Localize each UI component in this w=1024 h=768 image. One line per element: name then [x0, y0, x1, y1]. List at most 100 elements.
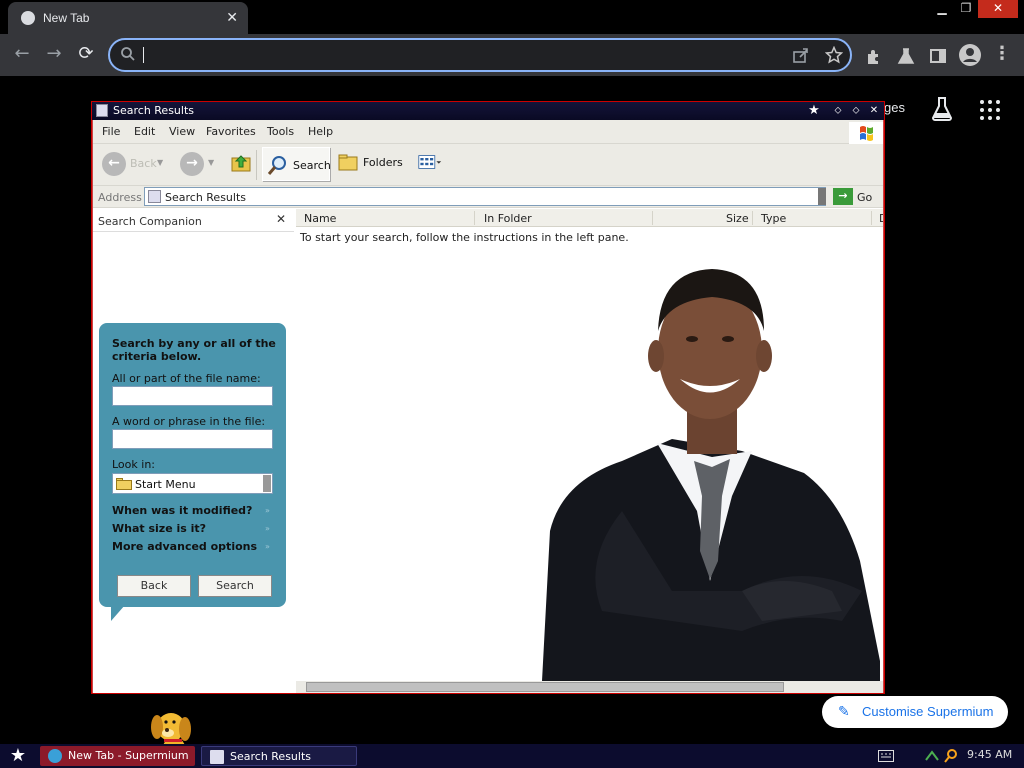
- phrase-input[interactable]: [112, 429, 273, 449]
- column-name[interactable]: Name: [304, 212, 336, 225]
- window-title-bar[interactable]: Search Results ★ ⬦ ⬦ ✕: [92, 102, 884, 120]
- companion-title: Search Companion: [98, 215, 202, 228]
- search-tray-icon[interactable]: [943, 748, 959, 764]
- search-balloon: Search by any or all of the criteria bel…: [99, 323, 286, 621]
- chevron-down-icon[interactable]: »: [265, 542, 270, 551]
- google-apps-icon[interactable]: [980, 100, 1000, 120]
- maximize-button[interactable]: ⬦: [848, 103, 864, 118]
- look-in-select[interactable]: Start Menu: [112, 473, 273, 494]
- back-button[interactable]: ←: [10, 43, 34, 67]
- bookmark-star-icon[interactable]: [825, 46, 843, 64]
- close-button[interactable]: ✕: [866, 103, 882, 118]
- menu-tools[interactable]: Tools: [267, 125, 294, 138]
- column-date[interactable]: D: [879, 212, 883, 225]
- column-divider[interactable]: [752, 211, 753, 225]
- forward-dropdown-icon[interactable]: ▼: [208, 158, 214, 167]
- file-name-label: All or part of the file name:: [112, 372, 261, 385]
- horizontal-scrollbar[interactable]: [296, 681, 883, 693]
- look-in-value: Start Menu: [135, 478, 196, 491]
- profile-icon[interactable]: [959, 44, 981, 66]
- minimize-button[interactable]: ⬦: [830, 103, 846, 118]
- column-divider[interactable]: [652, 211, 653, 225]
- chevron-down-icon[interactable]: »: [265, 524, 270, 533]
- clock: 9:45 AM: [967, 748, 1013, 761]
- chevron-down-icon[interactable]: »: [265, 506, 270, 515]
- companion-header: Search Companion ✕: [93, 209, 294, 232]
- column-in-folder[interactable]: In Folder: [484, 212, 532, 225]
- companion-search-button[interactable]: Search: [198, 575, 272, 597]
- taskbar-item-browser[interactable]: New Tab - Supermium: [40, 746, 195, 766]
- folders-icon[interactable]: [337, 152, 359, 172]
- customise-supermium-button[interactable]: ✎ Customise Supermium: [822, 696, 1008, 728]
- menu-favorites[interactable]: Favorites: [206, 125, 256, 138]
- phrase-label: A word or phrase in the file:: [112, 415, 266, 428]
- back-arrow-icon[interactable]: ←: [102, 152, 126, 176]
- companion-close-button[interactable]: ✕: [276, 212, 286, 226]
- menu-help[interactable]: Help: [308, 125, 333, 138]
- keyboard-icon[interactable]: [878, 750, 894, 762]
- window-body: File Edit View Favorites Tools Help ← Ba…: [93, 120, 883, 768]
- menu-icon[interactable]: ⋮: [990, 43, 1014, 67]
- file-name-input[interactable]: [112, 386, 273, 406]
- tab-close-button[interactable]: ✕: [226, 9, 238, 26]
- search-button[interactable]: Search: [262, 147, 331, 181]
- tab-strip: New Tab ✕ ▁ ❐ ✕: [0, 0, 1024, 34]
- window-maximize-button[interactable]: ❐: [952, 0, 980, 18]
- option-modified[interactable]: When was it modified?: [112, 504, 252, 517]
- address-dropdown-button[interactable]: [818, 188, 826, 205]
- labs-flask-icon[interactable]: [930, 96, 954, 122]
- taskbar: ★ New Tab - Supermium Search Results 9:4…: [0, 744, 1024, 768]
- share-icon[interactable]: [792, 46, 810, 64]
- window-icon: [96, 104, 108, 117]
- extensions-icon[interactable]: [865, 47, 883, 65]
- forward-arrow-icon[interactable]: →: [180, 152, 204, 176]
- go-arrow-icon[interactable]: →: [833, 188, 853, 205]
- column-divider[interactable]: [474, 211, 475, 225]
- scrollbar-thumb[interactable]: [306, 682, 784, 692]
- window-close-button[interactable]: ✕: [978, 0, 1018, 18]
- taskbar-item-search-results[interactable]: Search Results: [201, 746, 357, 766]
- option-size[interactable]: What size is it?: [112, 522, 206, 535]
- start-button[interactable]: ★: [7, 746, 29, 766]
- window-title: Search Results: [113, 104, 195, 117]
- search-button-label: Search: [293, 159, 331, 172]
- forward-button[interactable]: →: [42, 43, 66, 67]
- images-link[interactable]: ges: [884, 100, 905, 115]
- pencil-icon: ✎: [838, 703, 850, 719]
- magnifier-icon: [267, 156, 286, 175]
- up-folder-icon[interactable]: [230, 152, 252, 174]
- side-panel-icon[interactable]: [929, 47, 947, 65]
- man-in-suit-image: [542, 269, 880, 681]
- omnibox[interactable]: [108, 38, 852, 72]
- back-dropdown-icon[interactable]: ▼: [157, 158, 163, 167]
- address-field[interactable]: Search Results: [144, 187, 826, 206]
- search-companion-pane: Search Companion ✕ Search by any or all …: [93, 209, 294, 768]
- option-advanced[interactable]: More advanced options: [112, 540, 257, 553]
- menu-bar: File Edit View Favorites Tools Help: [93, 120, 883, 144]
- menu-file[interactable]: File: [102, 125, 120, 138]
- omnibox-caret: [143, 47, 144, 63]
- look-in-dropdown-button[interactable]: [263, 475, 271, 492]
- browser-toolbar: ← → ⟳ ⋮: [0, 34, 1024, 76]
- back-button-label[interactable]: Back: [130, 157, 157, 170]
- folder-icon: [116, 478, 132, 490]
- go-button-label[interactable]: Go: [857, 191, 872, 204]
- folders-button-label[interactable]: Folders: [363, 156, 403, 169]
- column-size[interactable]: Size: [726, 212, 749, 225]
- tab-favicon-icon: [21, 11, 35, 25]
- network-icon[interactable]: [924, 748, 940, 764]
- menu-edit[interactable]: Edit: [134, 125, 155, 138]
- views-icon[interactable]: [418, 152, 442, 172]
- search-icon: [121, 47, 135, 61]
- tab-title: New Tab: [43, 11, 90, 25]
- pin-button[interactable]: ★: [806, 103, 822, 118]
- menu-view[interactable]: View: [169, 125, 195, 138]
- reload-button[interactable]: ⟳: [74, 43, 98, 67]
- companion-back-button[interactable]: Back: [117, 575, 191, 597]
- labs-icon[interactable]: [897, 47, 915, 65]
- toolbar-separator: [256, 150, 257, 180]
- windows-logo-icon: [849, 122, 883, 144]
- column-type[interactable]: Type: [761, 212, 786, 225]
- tab-new-tab[interactable]: New Tab ✕: [8, 2, 248, 34]
- column-divider[interactable]: [871, 211, 872, 225]
